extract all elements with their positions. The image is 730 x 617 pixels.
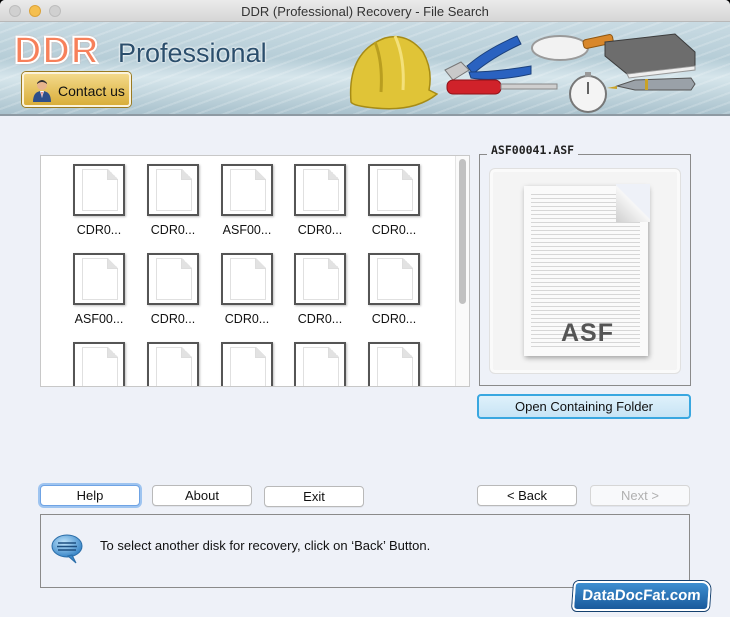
blank-page-glyph xyxy=(156,169,192,211)
file-item[interactable] xyxy=(211,342,281,386)
blank-page-glyph xyxy=(303,347,339,386)
brand-edition: Professional xyxy=(118,38,267,68)
screwdriver-icon xyxy=(446,79,558,95)
file-icon xyxy=(294,253,346,305)
window-title: DDR (Professional) Recovery - File Searc… xyxy=(241,4,489,19)
file-icon xyxy=(221,164,273,216)
file-icon xyxy=(73,253,125,305)
file-name-label: CDR0... xyxy=(371,223,417,237)
file-item[interactable]: CDR0... xyxy=(211,253,281,341)
file-icon xyxy=(294,342,346,386)
blank-page-glyph xyxy=(156,347,192,386)
blank-page-glyph xyxy=(377,258,413,300)
document-preview-icon: ASF xyxy=(524,184,650,356)
watermark-badge: DataDocFat.com xyxy=(571,581,712,611)
pliers-icon xyxy=(444,35,532,81)
file-name-label: CDR0... xyxy=(76,223,122,237)
file-item[interactable]: CDR0... xyxy=(284,164,354,252)
page-curl xyxy=(616,184,650,222)
preview-file-name: ASF00041.ASF xyxy=(487,143,579,157)
speech-bubble-icon xyxy=(51,534,83,564)
file-item[interactable] xyxy=(358,342,428,386)
file-icon xyxy=(368,164,420,216)
person-icon xyxy=(33,80,51,102)
blank-page-glyph xyxy=(377,347,413,386)
title-bar: DDR (Professional) Recovery - File Searc… xyxy=(0,0,730,22)
file-name-label: CDR0... xyxy=(371,312,417,326)
scrollbar-thumb[interactable] xyxy=(459,159,466,304)
status-message-text: To select another disk for recovery, cli… xyxy=(100,538,431,553)
file-name-label: ASF00... xyxy=(74,312,124,326)
file-icon xyxy=(147,253,199,305)
file-item[interactable]: CDR0... xyxy=(358,164,428,252)
back-button[interactable]: < Back xyxy=(477,485,577,506)
file-type-label: ASF xyxy=(561,319,614,347)
file-icon xyxy=(221,342,273,386)
blank-page-glyph xyxy=(303,169,339,211)
blank-page-glyph xyxy=(82,169,118,211)
help-button[interactable]: Help xyxy=(40,485,140,506)
blank-page-glyph xyxy=(230,258,266,300)
brand-logo: DDR xyxy=(13,29,100,73)
file-list-scrollbar[interactable] xyxy=(455,156,469,386)
stopwatch-icon xyxy=(569,72,607,113)
blank-page-glyph xyxy=(303,258,339,300)
file-icon xyxy=(221,253,273,305)
tools-illustration xyxy=(349,33,696,113)
file-item[interactable]: CDR0... xyxy=(284,253,354,341)
file-icon xyxy=(147,164,199,216)
contact-us-button[interactable]: Contact us xyxy=(22,72,131,107)
file-item[interactable] xyxy=(63,342,133,386)
file-name-label: ASF00... xyxy=(222,223,272,237)
status-message-box: To select another disk for recovery, cli… xyxy=(40,514,690,588)
magnifier-icon xyxy=(531,34,614,61)
app-window: DDR (Professional) Recovery - File Searc… xyxy=(0,0,730,617)
file-name-label: CDR0... xyxy=(297,223,343,237)
file-item[interactable]: ASF00... xyxy=(211,164,281,252)
file-item[interactable] xyxy=(137,342,207,386)
file-item[interactable]: CDR0... xyxy=(137,164,207,252)
file-name-label: CDR0... xyxy=(224,312,270,326)
file-name-label: CDR0... xyxy=(297,312,343,326)
file-icon xyxy=(368,253,420,305)
next-button: Next > xyxy=(590,485,690,506)
file-icon xyxy=(73,342,125,386)
file-icon xyxy=(73,164,125,216)
fountain-pen-icon xyxy=(607,77,696,91)
exit-button[interactable]: Exit xyxy=(264,486,364,507)
file-name-label: CDR0... xyxy=(150,312,196,326)
blank-page-glyph xyxy=(377,169,413,211)
contact-us-label: Contact us xyxy=(58,83,125,99)
file-item[interactable]: CDR0... xyxy=(358,253,428,341)
file-item[interactable]: CDR0... xyxy=(63,164,133,252)
file-item[interactable]: ASF00... xyxy=(63,253,133,341)
about-button[interactable]: About xyxy=(152,485,252,506)
file-icon xyxy=(368,342,420,386)
file-item[interactable]: CDR0... xyxy=(137,253,207,341)
hard-hat-icon xyxy=(349,35,439,110)
recovered-files-list[interactable]: CDR0... CDR0... ASF00... CDR0... CDR0... ASF0… xyxy=(40,155,470,387)
book-icon xyxy=(604,33,696,79)
open-containing-folder-button[interactable]: Open Containing Folder xyxy=(477,394,691,419)
blank-page-glyph xyxy=(82,258,118,300)
file-item[interactable] xyxy=(284,342,354,386)
blank-page-glyph xyxy=(82,347,118,386)
file-name-label: CDR0... xyxy=(150,223,196,237)
blank-page-glyph xyxy=(230,347,266,386)
file-icon xyxy=(147,342,199,386)
blank-page-glyph xyxy=(156,258,192,300)
blank-page-glyph xyxy=(230,169,266,211)
header-banner: DDR Professional Contact us xyxy=(0,22,730,116)
file-icon xyxy=(294,164,346,216)
